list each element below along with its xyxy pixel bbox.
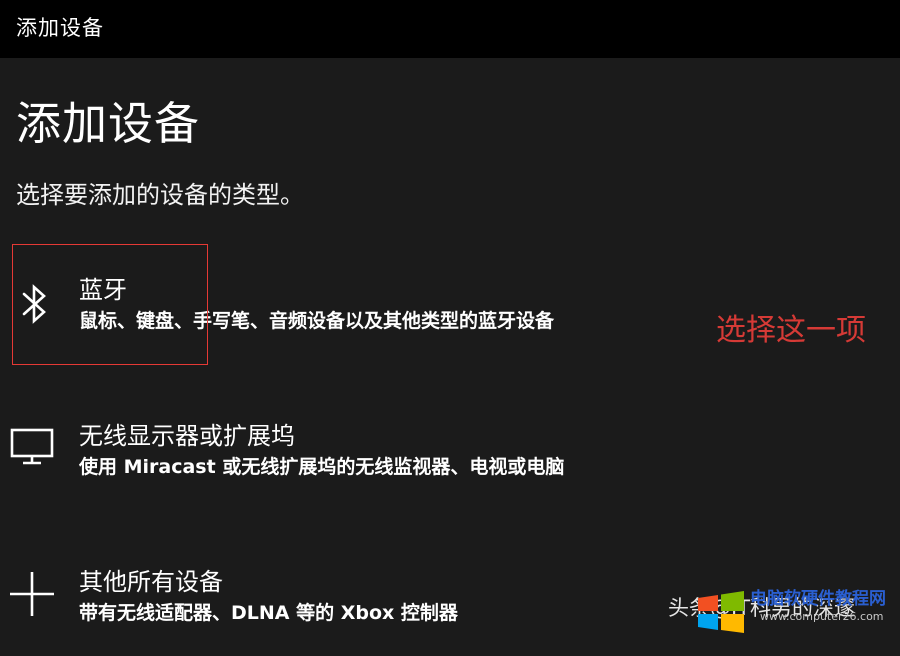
option-label: 其他所有设备 <box>79 568 223 596</box>
page-title: 添加设备 <box>16 97 201 150</box>
window-title: 添加设备 <box>16 16 104 40</box>
option-label: 蓝牙 <box>79 276 127 304</box>
watermark-site: 电脑软硬件教程网 <box>750 589 886 609</box>
watermark: 头条@IT科男的深邃 电脑软硬件教程网 www.computer26.com <box>668 586 900 641</box>
plus-icon <box>10 572 54 616</box>
monitor-icon <box>10 428 54 465</box>
option-description: 鼠标、键盘、手写笔、音频设备以及其他类型的蓝牙设备 <box>79 310 555 332</box>
page-subtitle: 选择要添加的设备的类型。 <box>16 181 304 209</box>
annotation-text: 选择这一项 <box>716 313 866 348</box>
bluetooth-icon <box>22 284 46 324</box>
option-description: 使用 Miracast 或无线扩展坞的无线监视器、电视或电脑 <box>79 456 565 478</box>
option-everything-else[interactable]: 其他所有设备 带有无线适配器、DLNA 等的 Xbox 控制器 <box>0 556 700 656</box>
option-wireless-display[interactable]: 无线显示器或扩展坞 使用 Miracast 或无线扩展坞的无线监视器、电视或电脑 <box>0 410 700 510</box>
windows-logo-icon <box>698 591 744 633</box>
watermark-url: www.computer26.com <box>760 610 884 623</box>
title-bar: 添加设备 <box>0 0 900 58</box>
option-label: 无线显示器或扩展坞 <box>79 422 295 450</box>
option-bluetooth[interactable]: 蓝牙 鼠标、键盘、手写笔、音频设备以及其他类型的蓝牙设备 <box>0 262 700 362</box>
option-description: 带有无线适配器、DLNA 等的 Xbox 控制器 <box>79 602 458 624</box>
